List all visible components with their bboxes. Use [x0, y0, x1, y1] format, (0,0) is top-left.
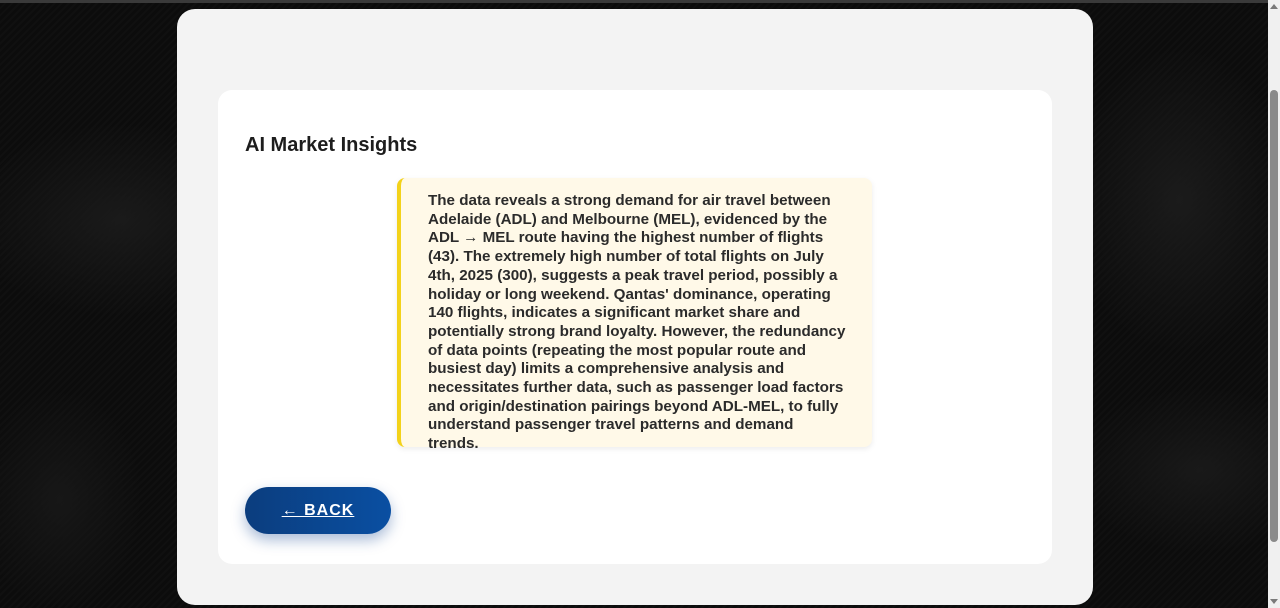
scroll-down-arrow-icon[interactable]: [1270, 599, 1278, 604]
page-title: AI Market Insights: [245, 134, 418, 156]
insights-card: AI Market Insights The data reveals a st…: [218, 90, 1052, 564]
vertical-scrollbar[interactable]: [1268, 0, 1280, 608]
modal-panel: AI Market Insights The data reveals a st…: [177, 9, 1093, 605]
scroll-up-arrow-icon[interactable]: [1270, 4, 1278, 9]
scrollbar-thumb[interactable]: [1270, 90, 1278, 542]
insight-callout: The data reveals a strong demand for air…: [397, 178, 872, 452]
browser-top-edge: [0, 0, 1280, 3]
insight-text: The data reveals a strong demand for air…: [428, 192, 846, 453]
back-button[interactable]: ← BACK: [245, 487, 391, 534]
